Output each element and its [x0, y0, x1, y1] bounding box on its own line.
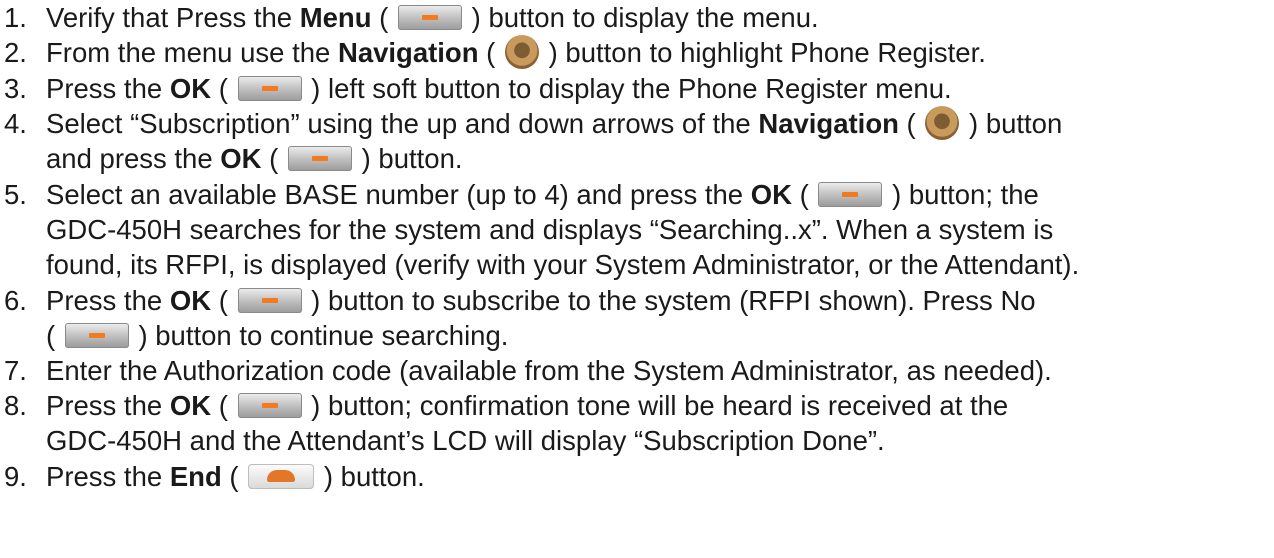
step-text: ( — [791, 179, 809, 210]
button-name: OK — [169, 73, 212, 104]
step-text: ) button to display the menu. — [471, 2, 819, 33]
step-number: 5. — [4, 179, 27, 210]
step-text: ( — [46, 320, 56, 351]
step-text: ( — [898, 108, 916, 139]
step-text: From the menu use the — [46, 37, 338, 68]
button-name: OK — [220, 143, 262, 174]
step-text: ( — [478, 37, 496, 68]
step-text: Verify that Press the — [46, 2, 300, 33]
step-text: ( — [211, 390, 228, 421]
end-call-icon — [248, 464, 315, 490]
step-text: ) button — [969, 108, 1063, 139]
step-line: ( ) button to continue searching. — [46, 318, 508, 353]
step-line: Verify that Press the Menu ( ) button to… — [46, 0, 819, 35]
step-text: ( — [211, 285, 228, 316]
softkey-icon — [237, 393, 302, 419]
step-line: Press the OK ( ) button; confirmation to… — [46, 388, 1008, 423]
step-text: ) button; confirmation tone will be hear… — [311, 390, 1009, 421]
button-name: OK — [169, 390, 212, 421]
step-text: ) button to highlight Phone Register. — [548, 37, 986, 68]
step-text: ( — [371, 2, 389, 33]
step-text: ) left soft button to display the Phone … — [311, 73, 952, 104]
button-name: Navigation — [337, 37, 479, 68]
step-text: ( — [221, 461, 239, 492]
step-number: 2. — [4, 37, 27, 68]
step-line: From the menu use the Navigation ( ) but… — [46, 34, 986, 72]
step-line: Press the End ( ) button. — [46, 459, 425, 494]
button-name: Navigation — [758, 108, 899, 139]
softkey-icon — [818, 182, 883, 208]
button-name: OK — [750, 179, 792, 210]
softkey-icon — [237, 76, 302, 102]
step-number: 7. — [4, 355, 27, 386]
step-text: Press the — [46, 390, 170, 421]
softkey-icon — [64, 323, 129, 349]
step-number: 3. — [4, 73, 27, 104]
step-text: Press the — [46, 73, 170, 104]
step-line: Enter the Authorization code (available … — [46, 355, 1052, 386]
step-line: and press the OK ( ) button. — [46, 141, 463, 176]
step-line: Select “Subscription” using the up and d… — [46, 105, 1063, 143]
step-line: Select an available BASE number (up to 4… — [46, 177, 1039, 212]
step-number: 1. — [4, 2, 27, 33]
step-text: ) button; the — [892, 179, 1039, 210]
step-text: ) button. — [361, 143, 463, 174]
step-line: Press the OK ( ) button to subscribe to … — [46, 283, 1036, 318]
button-name: OK — [169, 285, 212, 316]
button-name: End — [169, 461, 222, 492]
step-text: ) button to subscribe to the system (RFP… — [311, 285, 1036, 316]
step-number: 4. — [4, 108, 27, 139]
step-line: found, its RFPI, is displayed (verify wi… — [46, 249, 1080, 280]
step-line: Press the OK ( ) left soft button to dis… — [46, 71, 952, 106]
softkey-icon — [398, 5, 462, 31]
step-line: GDC-450H searches for the system and dis… — [46, 214, 1054, 245]
step-text: ) button to continue searching. — [138, 320, 509, 351]
navigation-icon — [504, 34, 539, 69]
step-text: Press the — [46, 285, 170, 316]
step-text: Press the — [46, 461, 170, 492]
softkey-icon — [287, 146, 352, 172]
step-text: and press the — [46, 143, 221, 174]
step-text: Select “Subscription” using the up and d… — [46, 108, 759, 139]
softkey-icon — [237, 288, 302, 314]
step-text: ) button. — [323, 461, 425, 492]
step-text: ( — [261, 143, 279, 174]
navigation-icon — [925, 105, 960, 140]
step-text: Select an available BASE number (up to 4… — [46, 179, 751, 210]
step-text: ( — [211, 73, 228, 104]
step-line: GDC-450H and the Attendant’s LCD will di… — [46, 425, 885, 456]
step-number: 6. — [4, 285, 27, 316]
step-number: 8. — [4, 390, 27, 421]
step-number: 9. — [4, 461, 27, 492]
button-name: Menu — [299, 2, 372, 33]
